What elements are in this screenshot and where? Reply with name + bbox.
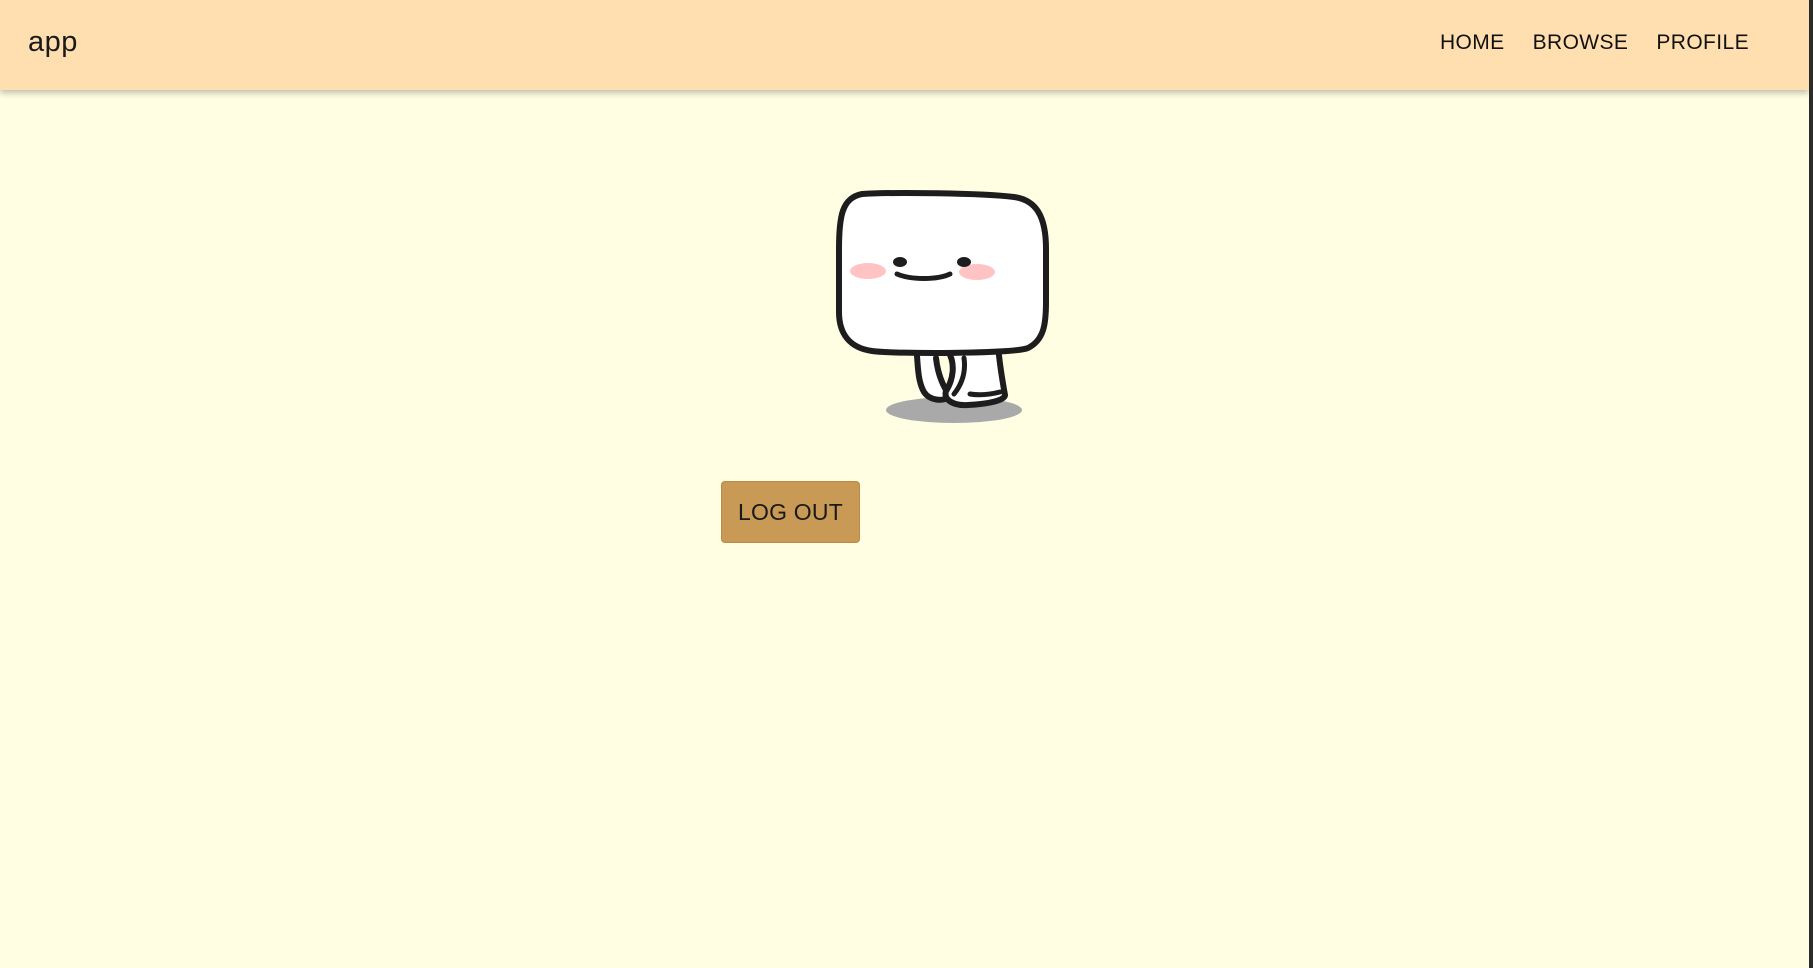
left-cheek <box>850 263 886 279</box>
top-navbar: app HOME BROWSE PROFILE <box>0 0 1809 90</box>
right-border <box>1809 0 1813 968</box>
logout-button[interactable]: LOG OUT <box>721 481 860 543</box>
nav-profile-link[interactable]: PROFILE <box>1642 29 1763 57</box>
left-eye <box>893 257 907 267</box>
page: app HOME BROWSE PROFILE LOG OUT <box>0 0 1809 968</box>
nav-browse-link[interactable]: BROWSE <box>1519 29 1643 57</box>
primary-nav: HOME BROWSE PROFILE <box>1426 29 1763 57</box>
nav-home-link[interactable]: HOME <box>1426 29 1519 57</box>
mascot-icon <box>836 190 1049 423</box>
app-title: app <box>28 26 78 58</box>
right-eye <box>957 257 971 267</box>
